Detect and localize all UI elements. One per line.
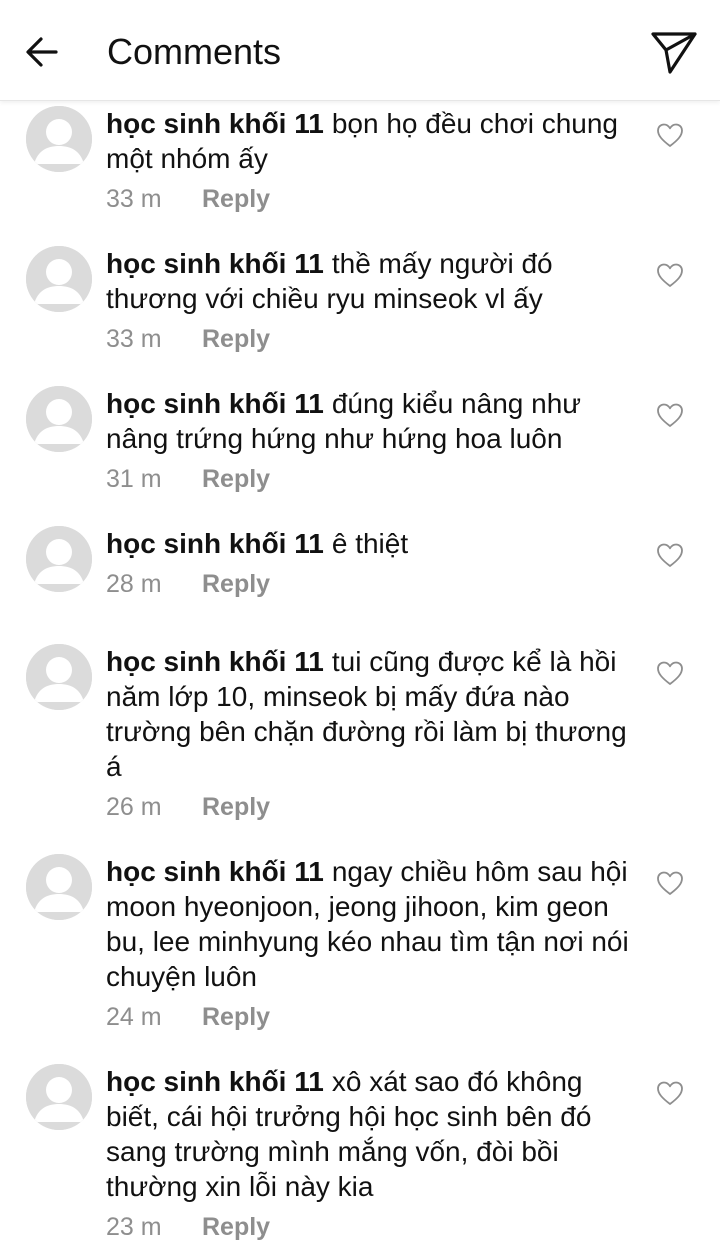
avatar[interactable] bbox=[26, 526, 92, 592]
comment-meta: 28 m Reply bbox=[106, 567, 636, 601]
top-bar: Comments bbox=[0, 0, 720, 101]
page-title: Comments bbox=[107, 31, 282, 72]
comment-body: học sinh khối 11 ngay chiều hôm sau hội m… bbox=[106, 854, 636, 1034]
comment-body: học sinh khối 11 đúng kiểu nâng như nâng … bbox=[106, 386, 636, 496]
reply-button[interactable]: Reply bbox=[202, 793, 270, 822]
heart-icon[interactable] bbox=[656, 1080, 684, 1106]
comment-text-block: học sinh khối 11 ngay chiều hôm sau hội m… bbox=[106, 854, 636, 994]
comment-text: ê thiệt bbox=[331, 528, 409, 559]
comment-text-block: học sinh khối 11 ê thiệt bbox=[106, 526, 636, 561]
comment-text-block: học sinh khối 11 tui cũng được kể là hồi … bbox=[106, 644, 636, 784]
comment-body: học sinh khối 11 ê thiệt 28 m Reply bbox=[106, 526, 636, 601]
avatar[interactable] bbox=[26, 1064, 92, 1130]
comment-username[interactable]: học sinh khối 11 bbox=[106, 388, 324, 419]
comment-username[interactable]: học sinh khối 11 bbox=[106, 248, 324, 279]
comment-meta: 33 m Reply bbox=[106, 322, 636, 356]
avatar[interactable] bbox=[26, 854, 92, 920]
comment-username[interactable]: học sinh khối 11 bbox=[106, 1066, 324, 1097]
reply-button[interactable]: Reply bbox=[202, 570, 270, 599]
reply-button[interactable]: Reply bbox=[202, 1003, 270, 1032]
comment-time: 23 m bbox=[106, 1212, 162, 1241]
avatar[interactable] bbox=[26, 106, 92, 172]
default-avatar-icon bbox=[26, 386, 92, 452]
arrow-left-icon bbox=[26, 37, 58, 67]
comment-username[interactable]: học sinh khối 11 bbox=[106, 856, 324, 887]
default-avatar-icon bbox=[26, 526, 92, 592]
comment-text-block: học sinh khối 11 bọn họ đều chơi chung mộ… bbox=[106, 106, 636, 176]
default-avatar-icon bbox=[26, 106, 92, 172]
heart-icon[interactable] bbox=[656, 660, 684, 686]
heart-icon[interactable] bbox=[656, 542, 684, 568]
comment-username[interactable]: học sinh khối 11 bbox=[106, 528, 324, 559]
heart-icon[interactable] bbox=[656, 402, 684, 428]
share-button[interactable] bbox=[648, 26, 700, 78]
back-button[interactable] bbox=[20, 30, 64, 74]
comment-body: học sinh khối 11 bọn họ đều chơi chung mộ… bbox=[106, 106, 636, 216]
reply-button[interactable]: Reply bbox=[202, 1213, 270, 1242]
comment-time: 31 m bbox=[106, 464, 162, 493]
default-avatar-icon bbox=[26, 854, 92, 920]
comment-body: học sinh khối 11 xô xát sao đó không biết… bbox=[106, 1064, 636, 1244]
comment-body: học sinh khối 11 thề mấy người đó thương … bbox=[106, 246, 636, 356]
heart-icon[interactable] bbox=[656, 262, 684, 288]
heart-icon[interactable] bbox=[656, 870, 684, 896]
default-avatar-icon bbox=[26, 644, 92, 710]
comment-meta: 33 m Reply bbox=[106, 182, 636, 216]
default-avatar-icon bbox=[26, 1064, 92, 1130]
send-icon bbox=[651, 32, 697, 74]
avatar[interactable] bbox=[26, 644, 92, 710]
comment-username[interactable]: học sinh khối 11 bbox=[106, 108, 324, 139]
comment-text-block: học sinh khối 11 xô xát sao đó không biết… bbox=[106, 1064, 636, 1204]
avatar[interactable] bbox=[26, 386, 92, 452]
reply-button[interactable]: Reply bbox=[202, 185, 270, 214]
comment-time: 28 m bbox=[106, 569, 162, 598]
comment-username[interactable]: học sinh khối 11 bbox=[106, 646, 324, 677]
comment-meta: 26 m Reply bbox=[106, 790, 636, 824]
comment-meta: 24 m Reply bbox=[106, 1000, 636, 1034]
comment-time: 24 m bbox=[106, 1002, 162, 1031]
comment-time: 33 m bbox=[106, 184, 162, 213]
comment-meta: 31 m Reply bbox=[106, 462, 636, 496]
default-avatar-icon bbox=[26, 246, 92, 312]
avatar[interactable] bbox=[26, 246, 92, 312]
heart-icon[interactable] bbox=[656, 122, 684, 148]
comment-text-block: học sinh khối 11 thề mấy người đó thương … bbox=[106, 246, 636, 316]
reply-button[interactable]: Reply bbox=[202, 325, 270, 354]
comment-meta: 23 m Reply bbox=[106, 1210, 636, 1244]
comment-body: học sinh khối 11 tui cũng được kể là hồi … bbox=[106, 644, 636, 824]
comment-time: 26 m bbox=[106, 792, 162, 821]
comment-text-block: học sinh khối 11 đúng kiểu nâng như nâng … bbox=[106, 386, 636, 456]
comment-time: 33 m bbox=[106, 324, 162, 353]
reply-button[interactable]: Reply bbox=[202, 465, 270, 494]
